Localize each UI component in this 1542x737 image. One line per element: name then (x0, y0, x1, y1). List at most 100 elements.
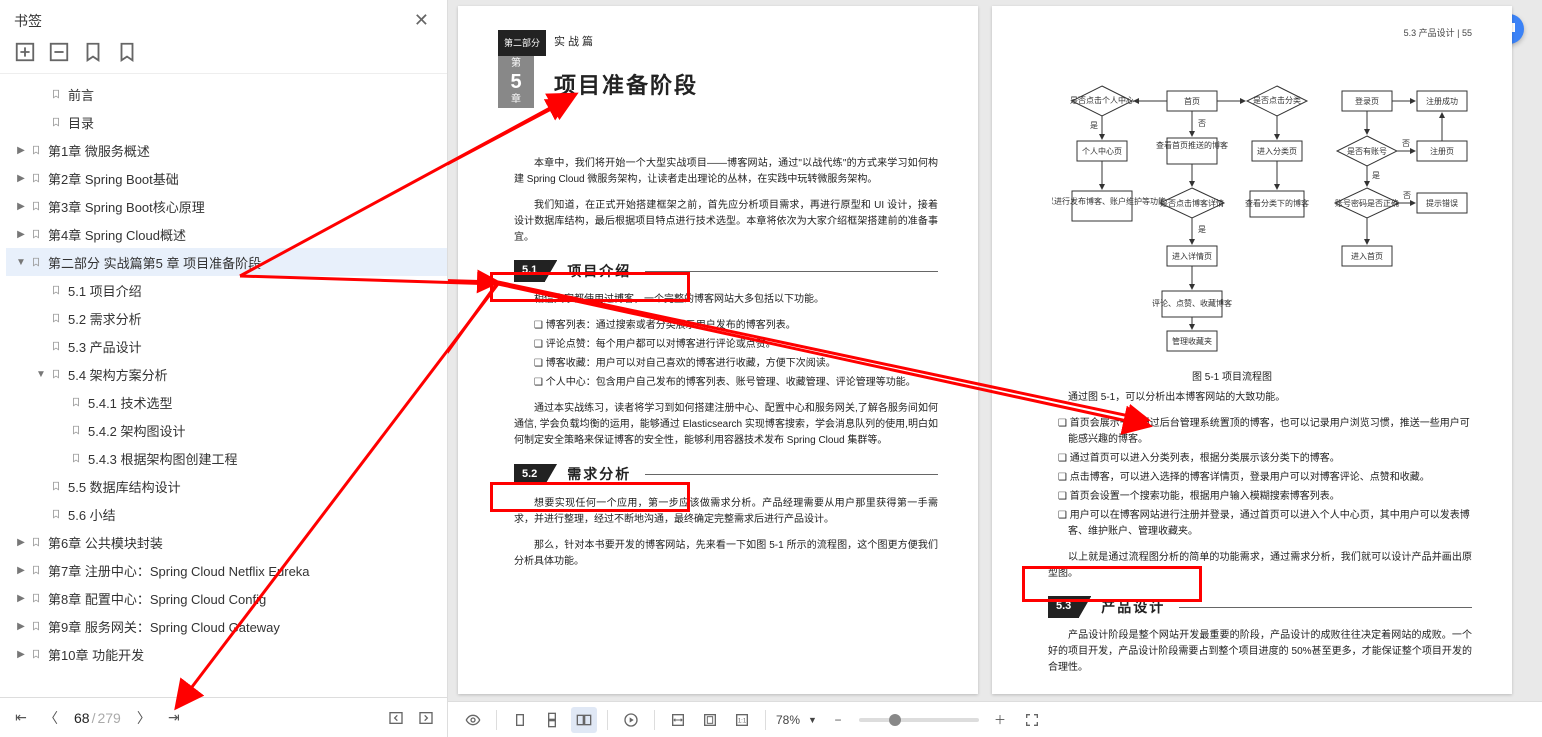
bookmark-icon (48, 116, 64, 128)
outline-item[interactable]: ▶ 第1章 微服务概述 (6, 136, 447, 164)
zoom-control: 78% ▼ − ＋ (776, 707, 1013, 733)
tree-twisty-icon[interactable]: ▶ (14, 201, 28, 212)
outline-item[interactable]: 5.4.3 根据架构图创建工程 (6, 444, 447, 472)
page-spread[interactable]: 第二部分 实战篇 第 5 章 项目准备阶段 本章中，我们将开始一个大型实战项目—… (448, 0, 1542, 737)
tree-twisty-icon[interactable]: ▼ (34, 369, 48, 380)
expand-all-icon[interactable] (14, 41, 36, 63)
outline-item[interactable]: 目录 (6, 108, 447, 136)
svg-text:是否点击个人中心: 是否点击个人中心 (1070, 95, 1134, 105)
eye-icon[interactable] (460, 707, 486, 733)
sidebar-toolbar (0, 35, 447, 74)
collapse-all-icon[interactable] (48, 41, 70, 63)
section-head-5-1: 5.1 项目介绍 (514, 260, 938, 282)
bookmark-icon (68, 452, 84, 464)
outline-item-label: 5.4 架构方案分析 (64, 365, 168, 384)
outline-item[interactable]: ▶ 第10章 功能开发 (6, 640, 447, 668)
outline-item[interactable]: ▶ 第9章 服务网关：Spring Cloud Gateway (6, 612, 447, 640)
zoom-value[interactable]: 78% (776, 713, 800, 727)
fit-page-icon[interactable] (697, 707, 723, 733)
bookmark-icon (28, 144, 44, 156)
sidebar-collapse-icon[interactable] (385, 707, 407, 729)
prev-page-button[interactable]: 〈 (40, 707, 62, 729)
outline-item-label: 5.3 产品设计 (64, 337, 142, 356)
bookmark-icon (48, 368, 64, 380)
outline-item[interactable]: ▼ 5.4 架构方案分析 (6, 360, 447, 388)
zoom-in-button[interactable]: ＋ (987, 707, 1013, 733)
actual-size-icon[interactable]: 1:1 (729, 707, 755, 733)
tree-twisty-icon[interactable]: ▶ (14, 649, 28, 660)
outline-item[interactable]: 5.4.1 技术选型 (6, 388, 447, 416)
svg-text:是: 是 (1372, 171, 1380, 180)
outline-item[interactable]: ▶ 第4章 Spring Cloud概述 (6, 220, 447, 248)
outline-item[interactable]: ▶第8章 配置中心：Spring Cloud Config (6, 584, 447, 612)
tree-twisty-icon[interactable]: ▶ (14, 229, 28, 240)
tree-twisty-icon[interactable]: ▶ (14, 593, 28, 604)
outline-item-label: 第2章 Spring Boot基础 (44, 169, 179, 188)
bookmark-icon (48, 312, 64, 324)
outline-item[interactable]: 5.4.2 架构图设计 (6, 416, 447, 444)
sidebar-title: 书签 (14, 11, 42, 31)
tree-twisty-icon[interactable]: ▶ (14, 621, 28, 632)
outline-item[interactable]: ▶ 第6章 公共模块封装 (6, 528, 447, 556)
bookmark-icon (28, 592, 44, 604)
svg-text:查看首页推送的博客: 查看首页推送的博客 (1156, 140, 1228, 150)
next-page-button[interactable]: 〉 (133, 707, 155, 729)
continuous-page-icon[interactable] (539, 707, 565, 733)
last-page-button[interactable]: ⇥ (163, 707, 185, 729)
svg-text:账号密码是否正确: 账号密码是否正确 (1335, 198, 1399, 208)
outline-item-label: 5.6 小结 (64, 505, 116, 524)
outline-item[interactable]: ▼第二部分 实战篇第5 章 项目准备阶段 (6, 248, 447, 276)
chapter-tab: 第 5 章 (498, 56, 534, 108)
tree-twisty-icon[interactable]: ▼ (14, 257, 28, 268)
outline-item[interactable]: 前言 (6, 80, 447, 108)
two-page-icon[interactable] (571, 707, 597, 733)
tree-twisty-icon[interactable]: ▶ (14, 537, 28, 548)
page-header-right: 5.3 产品设计 | 55 (1404, 26, 1472, 40)
outline-item-label: 第6章 公共模块封装 (44, 533, 163, 552)
tree-twisty-icon[interactable]: ▶ (14, 145, 28, 156)
first-page-button[interactable]: ⇤ (10, 707, 32, 729)
svg-text:提示错误: 提示错误 (1426, 198, 1458, 208)
outline-item-label: 前言 (64, 85, 94, 104)
outline-item-label: 第9章 服务网关：Spring Cloud Gateway (44, 617, 280, 636)
svg-text:是: 是 (1198, 225, 1206, 234)
page-left-body: 本章中，我们将开始一个大型实战项目——博客网站，通过"以战代练"的方式来学习如何… (514, 156, 938, 580)
fullscreen-icon[interactable] (1019, 707, 1045, 733)
bookmark-icon[interactable] (116, 41, 138, 63)
zoom-out-button[interactable]: − (825, 707, 851, 733)
page-left: 第二部分 实战篇 第 5 章 项目准备阶段 本章中，我们将开始一个大型实战项目—… (458, 6, 978, 694)
sidebar-expand-icon[interactable] (415, 707, 437, 729)
outline-item[interactable]: ▶第7章 注册中心：Spring Cloud Netflix Eureka (6, 556, 447, 584)
outline-item-label: 第4章 Spring Cloud概述 (44, 225, 186, 244)
outline-item[interactable]: ▶第3章 Spring Boot核心原理 (6, 192, 447, 220)
svg-text:管理收藏夹: 管理收藏夹 (1172, 336, 1212, 346)
svg-text:查看分类下的博客: 查看分类下的博客 (1245, 198, 1309, 208)
outline-item[interactable]: 5.6 小结 (6, 500, 447, 528)
single-page-icon[interactable] (507, 707, 533, 733)
outline-item[interactable]: 5.2 需求分析 (6, 304, 447, 332)
outline-tree[interactable]: 前言目录 ▶ 第1章 微服务概述 ▶ 第2章 Spring Boot基础 ▶第3章 Spr… (0, 74, 447, 697)
part-tab: 第二部分 (498, 30, 546, 56)
page-right: 5.3 产品设计 | 55 是否点击个人中心 首页 是否点击分类 登录页 注册成… (992, 6, 1512, 694)
tree-twisty-icon[interactable]: ▶ (14, 565, 28, 576)
svg-text:登录页: 登录页 (1355, 96, 1379, 106)
outline-item[interactable]: 5.5 数据库结构设计 (6, 472, 447, 500)
outline-item-label: 目录 (64, 113, 94, 132)
outline-item-label: 第1章 微服务概述 (44, 141, 150, 160)
outline-item[interactable]: 5.3 产品设计 (6, 332, 447, 360)
svg-text:可以进行发布博客、账户维护等功能: 可以进行发布博客、账户维护等功能 (1052, 196, 1166, 206)
fit-width-icon[interactable] (665, 707, 691, 733)
bookmark-icon (48, 480, 64, 492)
read-aloud-icon[interactable] (618, 707, 644, 733)
tree-twisty-icon[interactable]: ▶ (14, 173, 28, 184)
outline-item[interactable]: 5.1 项目介绍 (6, 276, 447, 304)
outline-item-label: 5.2 需求分析 (64, 309, 142, 328)
zoom-slider[interactable] (859, 718, 979, 722)
bookmark-add-icon[interactable] (82, 41, 104, 63)
page-indicator[interactable]: 68/279 (74, 710, 121, 726)
outline-item-label: 第10章 功能开发 (44, 645, 144, 664)
svg-text:否: 否 (1403, 191, 1411, 200)
close-icon[interactable]: ✕ (410, 10, 433, 31)
outline-item[interactable]: ▶ 第2章 Spring Boot基础 (6, 164, 447, 192)
svg-text:否: 否 (1402, 139, 1410, 148)
